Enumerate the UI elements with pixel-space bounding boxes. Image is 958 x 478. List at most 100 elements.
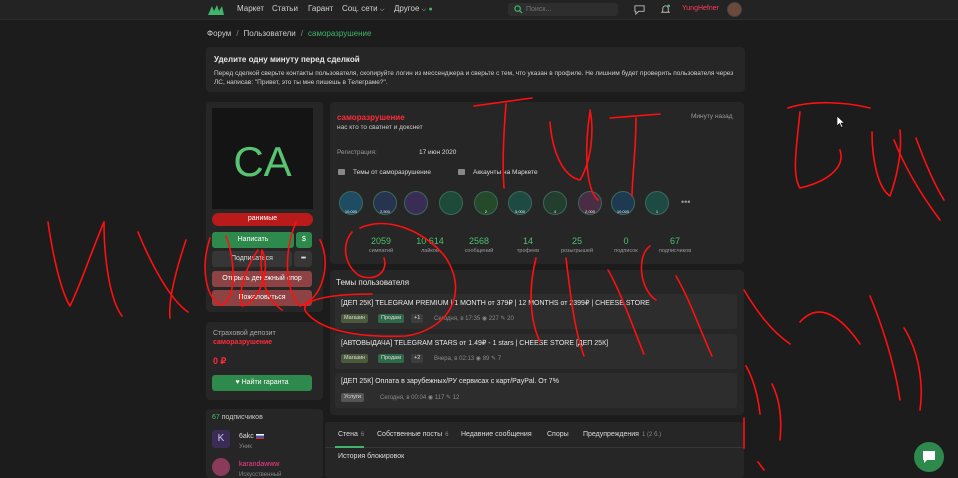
trophy-badge[interactable]: 2,500 <box>373 191 397 215</box>
nav-social[interactable]: Соц. сети ⌵ <box>342 4 384 14</box>
thread-tag[interactable]: Продам <box>378 354 404 363</box>
nav-guarantor[interactable]: Гарант <box>308 4 333 13</box>
market-accounts-link[interactable]: Аккаунты на Маркете <box>473 169 538 176</box>
trophy-badge[interactable] <box>439 191 463 215</box>
profile-stat[interactable]: 25 розыгрышей <box>553 236 601 254</box>
stat-label: лайков <box>421 248 439 254</box>
stat-label: розыгрышей <box>560 248 594 254</box>
subscribe-button[interactable]: Подписаться <box>212 251 292 267</box>
profile-stat[interactable]: 2568 сообщений <box>455 236 503 254</box>
profile-tab[interactable]: Стена 6 <box>338 431 364 438</box>
trophy-badge[interactable]: 1 <box>645 191 669 215</box>
search-input[interactable] <box>526 4 612 15</box>
profile-tab[interactable]: Споры <box>547 431 569 438</box>
profile-stat[interactable]: 2059 симпатий <box>357 236 405 254</box>
profile-tab[interactable]: Недавние сообщения <box>461 431 532 438</box>
thread-tag[interactable]: Магазин <box>341 314 369 323</box>
profile-status: нас кто то сватнет и докснет <box>337 124 423 131</box>
thread-row[interactable]: [АВТОВЫДАЧА] TELEGRAM STARS от 1.49₽ - 1… <box>335 334 737 369</box>
chat-fab-button[interactable] <box>914 442 944 472</box>
trophy-badge[interactable]: 5,000 <box>508 191 532 215</box>
threads-title: Темы пользователя <box>336 278 410 287</box>
tab-label: Стена <box>338 431 358 438</box>
user-threads-link[interactable]: Темы от саморазрушение <box>353 169 431 176</box>
trophy-label: 2 <box>484 209 488 214</box>
trophy-badge[interactable]: 2,000 <box>578 191 602 215</box>
tab-count: 1 (2 б.) <box>641 432 662 438</box>
stat-value: 25 <box>571 236 582 246</box>
profile-avatar: CA <box>212 108 313 209</box>
breadcrumb-separator: / <box>300 29 303 38</box>
profile-tab[interactable]: Предупреждения 1 (2 б.) <box>583 431 661 438</box>
trophy-label: 2,000 <box>584 209 595 214</box>
trophy-badge[interactable]: 4 <box>543 191 567 215</box>
notice-title: Уделите одну минуту перед сделкой <box>214 55 360 64</box>
write-button[interactable]: Написать <box>212 232 294 248</box>
chat-bubble-icon <box>923 451 935 463</box>
subscriber-avatar[interactable]: K <box>212 430 230 448</box>
stat-value: 0 <box>623 236 629 246</box>
thread-tag[interactable]: +2 <box>411 354 424 363</box>
deposit-username[interactable]: саморазрушение <box>213 339 272 346</box>
find-guarantor-label: Найти гаранта <box>241 379 289 386</box>
message-icon <box>338 169 345 175</box>
thread-row[interactable]: [ДЕП 25К] Оплата в зарубежных/РУ сервиса… <box>335 373 737 408</box>
breadcrumb-forum[interactable]: Форум <box>207 29 231 38</box>
more-trophies-button[interactable]: ••• <box>681 197 690 207</box>
stat-label: симпатий <box>368 248 394 254</box>
thread-title[interactable]: [АВТОВЫДАЧА] TELEGRAM STARS от 1.49₽ - 1… <box>341 339 608 347</box>
thread-title[interactable]: [ДЕП 25К] Оплата в зарубежных/РУ сервиса… <box>341 378 559 385</box>
trophy-badge[interactable]: 2 <box>474 191 498 215</box>
user-avatar[interactable] <box>727 2 742 17</box>
nav-market[interactable]: Маркет <box>237 4 264 13</box>
profile-stat[interactable]: 0 подписок <box>602 236 650 254</box>
trophy-badge[interactable]: 10,000 <box>339 191 363 215</box>
trophy-label: 10,000 <box>616 209 630 214</box>
subscriber-avatar[interactable] <box>212 458 230 476</box>
thread-title[interactable]: [ДЕП 25К] TELEGRAM PREMIUM | 1 MONTH от … <box>341 299 650 307</box>
subscriber-role: Искусственный <box>239 472 282 478</box>
nav-articles[interactable]: Статьи <box>272 4 298 13</box>
user-group-badge: ранимые <box>212 213 313 226</box>
profile-stat[interactable]: 14 трофеев <box>504 236 552 254</box>
logo-icon[interactable] <box>207 3 225 17</box>
subscriber-name[interactable]: 6akc <box>239 433 264 440</box>
thread-tag[interactable]: Услуги <box>341 393 364 402</box>
more-actions-button[interactable]: ••• <box>294 251 312 267</box>
tab-count: 6 <box>445 432 449 438</box>
trophy-badge[interactable]: 10,000 <box>611 191 635 215</box>
chevron-down-icon: ⌵ <box>421 7 427 13</box>
open-dispute-button[interactable]: Открыть денежный спор <box>212 271 312 287</box>
bell-icon[interactable] <box>660 4 671 15</box>
tab-ban-history[interactable]: История блокировок <box>338 453 404 460</box>
chat-icon[interactable] <box>634 4 645 15</box>
tab-count: 6 <box>360 432 365 438</box>
subscribers-title[interactable]: 67 подписчиков <box>212 414 263 421</box>
nav-other[interactable]: Другое ⌵ ● <box>394 4 433 14</box>
thread-tag[interactable]: Продам <box>378 314 404 323</box>
top-navbar: Маркет Статьи Гарант Соц. сети ⌵ Другое … <box>0 0 958 20</box>
search-box[interactable] <box>508 3 618 16</box>
stat-value: 14 <box>522 236 533 246</box>
current-username[interactable]: YungHefner <box>682 5 719 12</box>
find-guarantor-button[interactable]: ♥ Найти гаранта <box>212 375 312 391</box>
breadcrumb-users[interactable]: Пользователи <box>244 29 296 38</box>
thread-meta: Сегодня, в 00:04 ◉ 117 ✎ 12 <box>380 395 460 401</box>
profile-stat[interactable]: 67 подписчиков <box>651 236 699 254</box>
insurance-deposit-card: Страховой депозит саморазрушение 0 ₽ ♥ Н… <box>206 322 323 400</box>
thread-row[interactable]: [ДЕП 25К] TELEGRAM PREMIUM | 1 MONTH от … <box>335 294 737 329</box>
subscriber-name-label: 6akc <box>239 433 254 440</box>
trophy-badge[interactable] <box>404 191 428 215</box>
cursor-icon <box>837 116 845 128</box>
nav-social-label: Соц. сети <box>342 4 378 13</box>
subscriber-name[interactable]: karandawww <box>239 461 279 468</box>
profile-tab[interactable]: Собственные посты 6 <box>377 431 448 438</box>
tabs-divider <box>325 447 744 448</box>
thread-tag[interactable]: +1 <box>411 314 424 323</box>
profile-stat[interactable]: 10 614 лайков <box>406 236 454 254</box>
thread-tag[interactable]: Магазин <box>341 354 369 363</box>
stat-value: 2568 <box>468 236 490 246</box>
trophy-label: 2,500 <box>379 209 390 214</box>
transfer-money-button[interactable]: $ <box>296 232 312 248</box>
report-button[interactable]: Пожаловаться <box>212 290 312 306</box>
